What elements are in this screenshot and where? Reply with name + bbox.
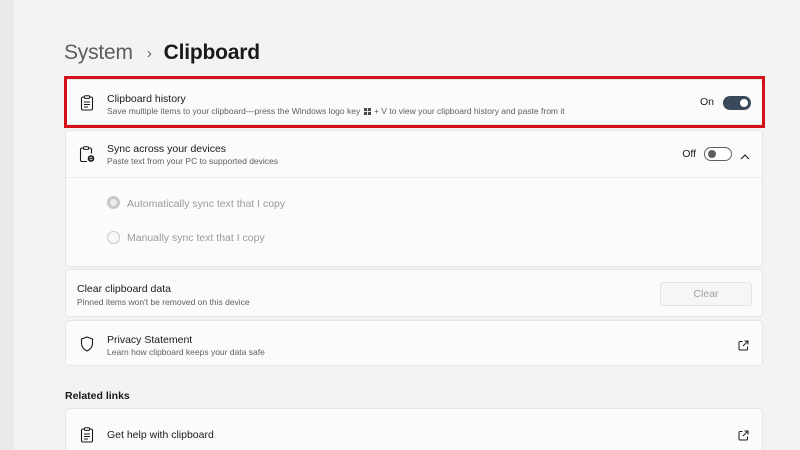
privacy-statement-title: Privacy Statement [107, 334, 193, 346]
external-link-icon [738, 428, 750, 441]
chevron-up-icon[interactable] [740, 148, 752, 160]
sync-manual-radio[interactable] [107, 231, 120, 244]
privacy-statement-card[interactable]: Privacy Statement Learn how clipboard ke… [65, 320, 763, 366]
page-title: Clipboard [163, 41, 260, 64]
privacy-statement-description: Learn how clipboard keeps your data safe [107, 347, 265, 357]
sync-devices-title: Sync across your devices [107, 143, 227, 155]
clear-data-card: Clear clipboard data Pinned items won't … [65, 269, 763, 317]
shield-icon [78, 335, 96, 353]
clipboard-icon [78, 426, 96, 444]
sync-devices-description: Paste text from your PC to supported dev… [107, 156, 279, 166]
highlight-box [64, 76, 765, 128]
toggle-knob [708, 150, 716, 158]
related-links-heading: Related links [65, 390, 130, 402]
sync-options-divider [66, 177, 762, 178]
clear-button[interactable]: Clear [660, 282, 752, 306]
clear-data-title: Clear clipboard data [77, 283, 171, 295]
sync-toggle-label: Off [682, 148, 696, 160]
sync-auto-label: Automatically sync text that I copy [127, 198, 286, 210]
sync-toggle[interactable] [704, 147, 732, 161]
help-clipboard-link[interactable]: Get help with clipboard [65, 408, 763, 450]
window-edge [0, 0, 14, 450]
external-link-icon [738, 338, 750, 351]
breadcrumb-system-link[interactable]: System [64, 41, 133, 65]
help-clipboard-label: Get help with clipboard [107, 429, 214, 441]
breadcrumb-separator: › [146, 44, 152, 62]
breadcrumb: System › Clipboard [64, 38, 260, 68]
sync-manual-label: Manually sync text that I copy [127, 232, 265, 244]
sync-devices-card: Sync across your devices Paste text from… [65, 130, 763, 267]
clear-data-description: Pinned items won't be removed on this de… [77, 297, 250, 307]
clipboard-sync-icon [78, 145, 96, 163]
sync-auto-radio[interactable] [107, 196, 120, 209]
